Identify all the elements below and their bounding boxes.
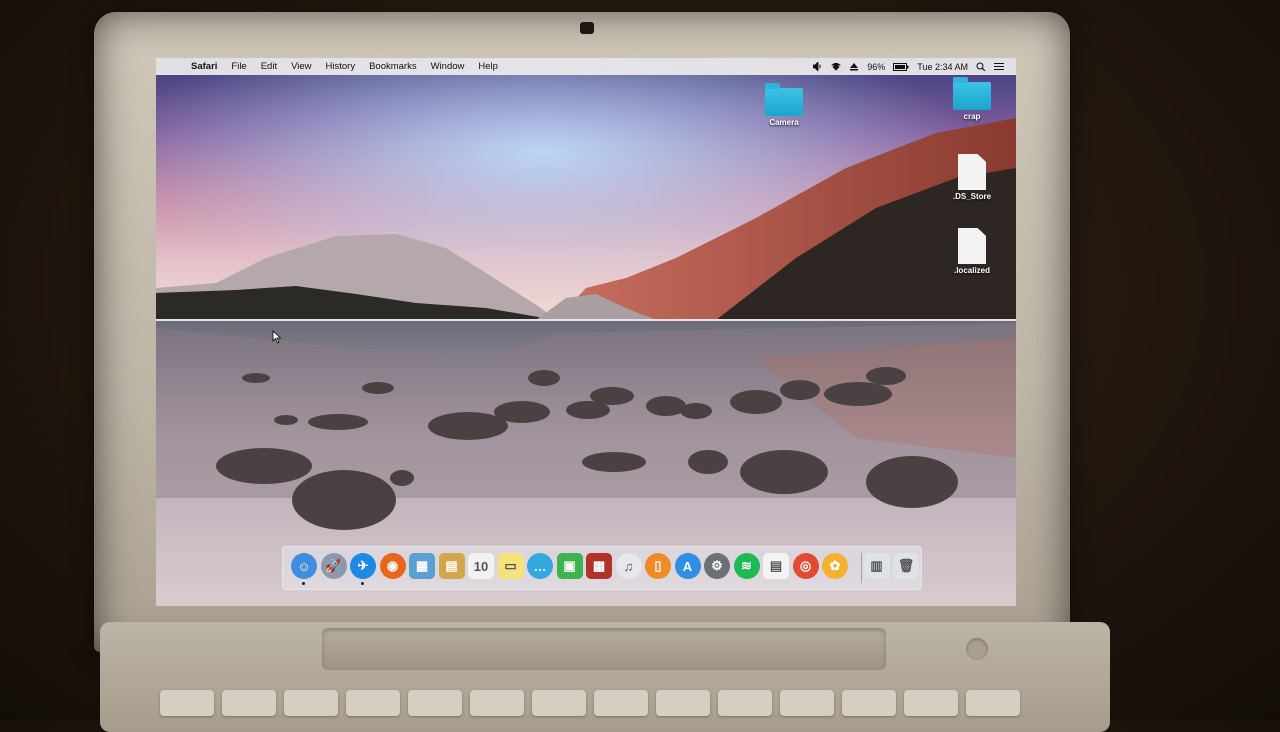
dock-item-firefox[interactable]: ◉ [379,553,406,579]
spotify-icon: ≋ [733,553,760,579]
menu-window[interactable]: Window [424,61,472,72]
dock-item-preview[interactable]: ▦ [409,553,435,579]
preview-icon: ▦ [409,553,435,579]
dock-item-downloads-stack[interactable]: ▥ [863,553,890,579]
desktop-file-ds-store[interactable]: .DS_Store [942,154,1002,201]
menu-clock[interactable]: Tue 2:34 AM [917,62,968,72]
desktop-icon-label: crap [963,112,981,121]
dock-item-notes-folder[interactable]: ▤ [438,553,465,579]
document-icon [958,228,986,264]
itunes-icon: ♫ [615,553,642,579]
dock-item-ibooks[interactable]: ▯ [645,553,671,579]
dock-item-textedit[interactable]: ▤ [763,553,789,579]
dock-item-calendar[interactable]: 10 [468,553,494,579]
photo-booth-icon: ▩ [586,553,612,579]
dock-item-system-preferences[interactable]: ⚙ [704,553,730,579]
desktop-file-localized[interactable]: .localized [942,228,1002,275]
notes-folder-icon: ▤ [438,553,465,579]
menu-bar: Safari File Edit View History Bookmarks … [156,58,1016,75]
desktop-icon-label: .DS_Store [952,192,992,201]
dock-item-finder[interactable]: ☺ [291,553,317,585]
running-indicator [302,582,305,585]
photos-icon: ✿ [822,553,848,579]
safari-icon: ✈ [350,553,376,579]
dock-item-launchpad[interactable]: 🚀 [320,553,347,579]
wifi-icon[interactable] [831,62,842,71]
hinge [322,628,886,670]
menu-app-name[interactable]: Safari [184,61,224,72]
ibooks-icon: ▯ [645,553,671,579]
battery-percent: 96% [867,61,886,72]
spotlight-search-icon[interactable] [976,62,986,71]
dock-separator [861,553,862,583]
dock-item-app-store[interactable]: A [674,553,701,579]
menu-view[interactable]: View [284,61,318,72]
notification-center-icon[interactable] [994,62,1004,71]
trash-icon: 🗑 [893,553,919,579]
screen: Safari File Edit View History Bookmarks … [156,58,1016,606]
document-icon [958,154,986,190]
desktop-icon-label: Camera [769,118,799,127]
downloads-stack-icon: ▥ [863,553,890,579]
dock-item-chrome[interactable]: ◎ [792,553,819,579]
launchpad-icon: 🚀 [320,553,347,579]
folder-icon [765,83,803,116]
calendar-icon: 10 [468,553,494,579]
dock-item-photo-booth[interactable]: ▩ [586,553,612,579]
menu-help[interactable]: Help [471,61,505,72]
dock-item-itunes[interactable]: ♫ [615,553,642,579]
system-preferences-icon: ⚙ [704,553,730,579]
app-store-icon: A [674,553,701,579]
messages-icon: … [527,553,553,579]
menu-history[interactable]: History [319,61,363,72]
desktop-folder-camera[interactable]: Camera [754,83,814,127]
stickies-icon: ▭ [497,553,524,579]
dock-item-trash[interactable]: 🗑 [893,553,919,579]
facetime-icon: ▣ [556,553,583,579]
textedit-icon: ▤ [763,553,789,579]
power-button [966,638,988,660]
dock: ☺ 🚀 ✈ ◉ ▦ ▤ 10 ▭… ▣ ▩ ♫ ▯ A ⚙ ≋ ▤ ◎ ✿ ▥ 🗑 [282,546,922,590]
dock-item-safari[interactable]: ✈ [350,553,376,585]
dock-item-photos[interactable]: ✿ [822,553,848,579]
menu-file[interactable]: File [224,61,253,72]
desktop-wallpaper [156,58,1016,606]
desktop-folder-crap[interactable]: crap [942,77,1002,121]
running-indicator [361,582,364,585]
folder-icon [953,77,991,110]
dock-item-facetime[interactable]: ▣ [556,553,583,579]
menu-edit[interactable]: Edit [254,61,284,72]
dock-item-spotify[interactable]: ≋ [733,553,760,579]
desktop-icon-label: .localized [953,266,990,275]
mouse-pointer-icon [272,330,282,344]
volume-icon[interactable] [813,62,823,71]
firefox-icon: ◉ [379,553,406,579]
webcam [580,22,594,34]
keyboard [160,690,1040,720]
eject-icon[interactable] [849,62,859,71]
chrome-icon: ◎ [792,553,819,579]
dock-item-stickies[interactable]: ▭ [497,553,524,579]
dock-item-messages[interactable]: … [527,553,553,579]
finder-icon: ☺ [291,553,317,579]
battery-icon[interactable] [893,62,909,71]
menu-bookmarks[interactable]: Bookmarks [362,61,424,72]
